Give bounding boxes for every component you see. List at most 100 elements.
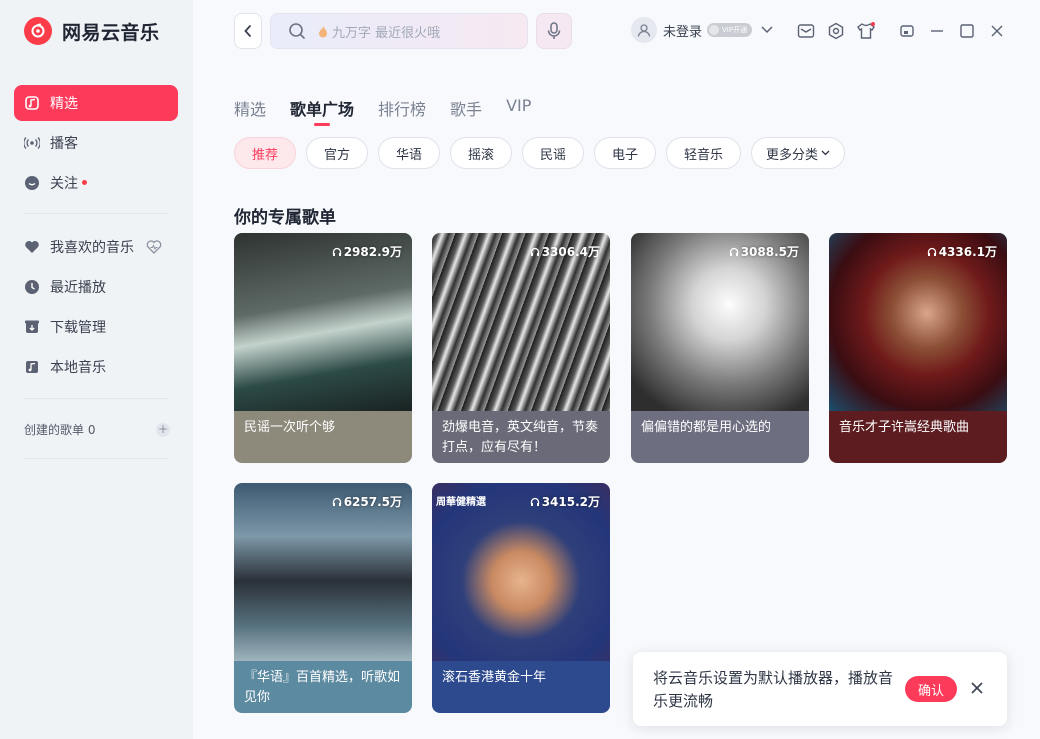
play-count: 3088.5万	[729, 243, 799, 260]
broadcast-icon	[24, 135, 40, 151]
sidebar-item-liked-music[interactable]: 我喜欢的音乐	[14, 229, 178, 265]
confirm-button[interactable]: 确认	[905, 676, 957, 702]
microphone-icon	[547, 22, 561, 39]
tab-artists[interactable]: 歌手	[450, 96, 482, 120]
play-count-value: 6257.5万	[343, 495, 402, 509]
sidebar-item-local-music[interactable]: 本地音乐	[14, 349, 178, 385]
sidebar-divider	[24, 213, 168, 214]
headphones-icon	[530, 497, 539, 506]
chevron-left-icon	[244, 25, 251, 37]
headphones-icon	[530, 247, 539, 256]
search-icon	[289, 23, 305, 39]
minimize-icon[interactable]	[927, 21, 947, 41]
sidebar-item-label: 精选	[50, 96, 78, 112]
search-placeholder: 九万字 最近很火哦	[332, 25, 441, 41]
skin-tshirt-icon[interactable]	[856, 21, 876, 41]
primary-nav: 精选 播客 关注	[14, 85, 178, 205]
created-playlists-label: 创建的歌单 0	[24, 423, 96, 437]
playlist-title: 偏偏错的都是用心选的	[631, 411, 809, 463]
chevron-down-icon[interactable]	[761, 26, 773, 34]
main-tabs: 精选 歌单广场 排行榜 歌手 VIP	[234, 96, 555, 126]
playlist-card[interactable]: 3306.4万 劲爆电音，英文纯音，节奏打点，应有尽有！	[432, 233, 610, 463]
chip-electronic[interactable]: 电子	[594, 137, 656, 169]
play-count: 3306.4万	[530, 243, 600, 260]
sidebar-item-label: 播客	[50, 136, 78, 152]
user-icon	[637, 24, 651, 37]
maximize-icon[interactable]	[957, 21, 977, 41]
local-music-icon	[24, 359, 40, 375]
play-count: 6257.5万	[332, 493, 402, 510]
playlist-card[interactable]: 4336.1万 音乐才子许嵩经典歌曲	[829, 233, 1007, 463]
playlist-title: 音乐才子许嵩经典歌曲	[829, 411, 1007, 463]
sidebar-item-label: 关注	[50, 176, 78, 192]
play-count-value: 4336.1万	[938, 245, 997, 259]
app-name: 网易云音乐	[62, 21, 160, 44]
playlist-title: 滚石香港黄金十年	[432, 661, 610, 713]
chat-bubble-icon	[24, 175, 40, 191]
search-box[interactable]: 九万字 最近很火哦	[270, 13, 528, 49]
toast-message: 将云音乐设置为默认播放器，播放音乐更流畅	[653, 669, 894, 710]
playlist-title: 民谣一次听个够	[234, 411, 412, 463]
default-player-toast: 将云音乐设置为默认播放器，播放音乐更流畅 确认	[633, 652, 1007, 726]
settings-icon[interactable]	[826, 21, 846, 41]
created-playlists-header[interactable]: 创建的歌单 0 +	[24, 421, 170, 438]
chevron-down-icon	[821, 150, 830, 156]
chip-light-music[interactable]: 轻音乐	[666, 137, 741, 169]
tab-vip[interactable]: VIP	[506, 96, 531, 120]
download-box-icon	[24, 319, 40, 335]
chip-label: 更多分类	[765, 147, 818, 163]
chip-folk[interactable]: 民谣	[522, 137, 584, 169]
tab-playlist-square[interactable]: 歌单广场	[290, 96, 354, 126]
playlist-title: 劲爆电音，英文纯音，节奏打点，应有尽有！	[432, 411, 610, 463]
chip-chinese[interactable]: 华语	[378, 137, 440, 169]
user-area[interactable]: 未登录 VIP开通	[631, 17, 773, 43]
avatar[interactable]	[631, 17, 657, 43]
chip-recommend[interactable]: 推荐	[234, 137, 296, 169]
sidebar: 网易云音乐 精选 播客 关注 我喜欢的音乐 最近播放 下载管理 本地音乐 创建的…	[0, 0, 193, 739]
more-categories-button[interactable]: 更多分类	[751, 137, 845, 169]
headphones-icon	[332, 247, 341, 256]
brand[interactable]: 网易云音乐	[24, 17, 160, 45]
playlist-card[interactable]: 2982.9万 民谣一次听个够	[234, 233, 412, 463]
sidebar-item-featured[interactable]: 精选	[14, 85, 178, 121]
login-link[interactable]: 未登录	[663, 21, 702, 40]
tab-featured[interactable]: 精选	[234, 96, 266, 120]
sidebar-item-downloads[interactable]: 下载管理	[14, 309, 178, 345]
headphones-icon	[729, 247, 738, 256]
voice-search-button[interactable]	[536, 13, 572, 49]
playlist-card[interactable]: 3088.5万 偏偏错的都是用心选的	[631, 233, 809, 463]
vip-badge[interactable]: VIP开通	[707, 23, 753, 37]
playlist-title: 『华语』百首精选，听歌如见你	[234, 661, 412, 713]
netease-logo-icon	[24, 17, 52, 45]
chip-rock[interactable]: 摇滚	[450, 137, 512, 169]
vip-badge-label: VIP开通	[722, 26, 748, 34]
heart-icon	[24, 239, 40, 255]
sidebar-item-following[interactable]: 关注	[14, 165, 178, 201]
playlist-card[interactable]: 6257.5万 『华语』百首精选，听歌如见你	[234, 483, 412, 713]
play-count: 3415.2万	[530, 493, 600, 510]
mini-mode-icon[interactable]	[897, 21, 917, 41]
category-chips: 推荐 官方 华语 摇滚 民谣 电子 轻音乐 更多分类	[234, 137, 855, 169]
close-icon[interactable]	[987, 21, 1007, 41]
play-count-value: 3088.5万	[740, 245, 799, 259]
library-nav: 我喜欢的音乐 最近播放 下载管理 本地音乐	[14, 229, 178, 389]
sidebar-item-podcast[interactable]: 播客	[14, 125, 178, 161]
sidebar-item-recent[interactable]: 最近播放	[14, 269, 178, 305]
heart-beat-icon[interactable]	[146, 240, 162, 254]
cover-tag: 周華健精選	[436, 497, 486, 508]
playlist-card[interactable]: 周華健精選 3415.2万 滚石香港黄金十年	[432, 483, 610, 713]
headphones-icon	[332, 497, 341, 506]
sidebar-divider	[24, 458, 168, 459]
toast-close-icon[interactable]	[969, 680, 985, 696]
tab-charts[interactable]: 排行榜	[378, 96, 426, 120]
mail-icon[interactable]	[796, 21, 816, 41]
section-title: 你的专属歌单	[234, 208, 336, 228]
sidebar-divider	[24, 398, 168, 399]
back-button[interactable]	[234, 13, 262, 49]
sidebar-item-label: 本地音乐	[50, 360, 106, 376]
add-playlist-icon[interactable]: +	[156, 422, 170, 437]
play-count: 4336.1万	[927, 243, 997, 260]
play-count-value: 2982.9万	[343, 245, 402, 259]
chip-official[interactable]: 官方	[306, 137, 368, 169]
sidebar-item-label: 最近播放	[50, 280, 106, 296]
